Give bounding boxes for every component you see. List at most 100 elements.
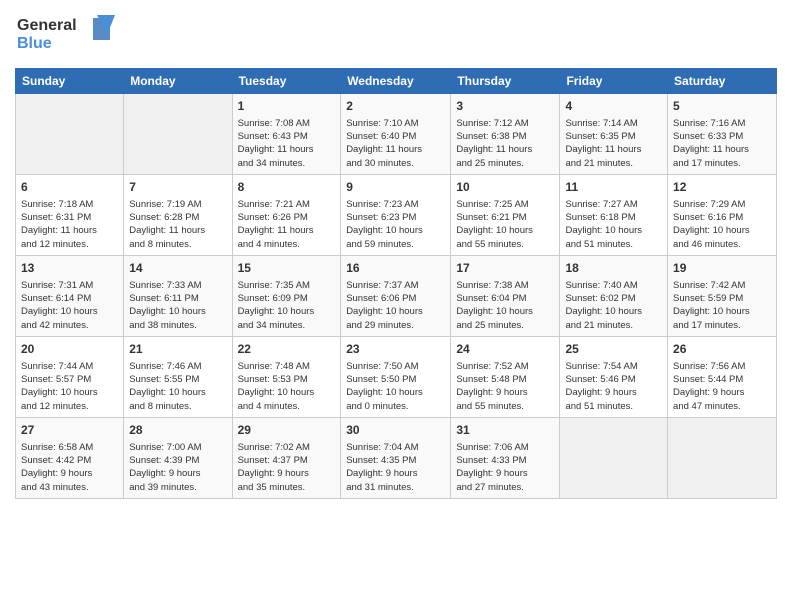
calendar-cell: 5 Sunrise: 7:16 AM Sunset: 6:33 PM Daylig… bbox=[668, 94, 777, 175]
weekday-header-monday: Monday bbox=[124, 69, 232, 94]
calendar-table: SundayMondayTuesdayWednesdayThursdayFrid… bbox=[15, 68, 777, 499]
day-info: Sunrise: 7:33 AM Sunset: 6:11 PM Dayligh… bbox=[129, 279, 226, 332]
day-info: Sunrise: 7:06 AM Sunset: 4:33 PM Dayligh… bbox=[456, 441, 554, 494]
calendar-cell: 3 Sunrise: 7:12 AM Sunset: 6:38 PM Daylig… bbox=[451, 94, 560, 175]
calendar-cell: 26Sunrise: 7:56 AM Sunset: 5:44 PM Dayli… bbox=[668, 336, 777, 417]
day-info: Sunrise: 7:16 AM Sunset: 6:33 PM Dayligh… bbox=[673, 117, 771, 170]
day-info: Sunrise: 7:54 AM Sunset: 5:46 PM Dayligh… bbox=[565, 360, 662, 413]
calendar-week-row: 20Sunrise: 7:44 AM Sunset: 5:57 PM Dayli… bbox=[16, 336, 777, 417]
day-number: 1 bbox=[238, 98, 336, 115]
calendar-cell: 19Sunrise: 7:42 AM Sunset: 5:59 PM Dayli… bbox=[668, 255, 777, 336]
day-number: 25 bbox=[565, 341, 662, 358]
day-number: 17 bbox=[456, 260, 554, 277]
day-info: Sunrise: 7:21 AM Sunset: 6:26 PM Dayligh… bbox=[238, 198, 336, 251]
header: General Blue bbox=[15, 10, 777, 60]
weekday-header-friday: Friday bbox=[560, 69, 668, 94]
day-info: Sunrise: 7:42 AM Sunset: 5:59 PM Dayligh… bbox=[673, 279, 771, 332]
weekday-header-thursday: Thursday bbox=[451, 69, 560, 94]
calendar-cell: 7Sunrise: 7:19 AM Sunset: 6:28 PM Daylig… bbox=[124, 174, 232, 255]
calendar-cell: 24 Sunrise: 7:52 AM Sunset: 5:48 PM Dayli… bbox=[451, 336, 560, 417]
day-info: Sunrise: 7:25 AM Sunset: 6:21 PM Dayligh… bbox=[456, 198, 554, 251]
day-number: 18 bbox=[565, 260, 662, 277]
logo: General Blue bbox=[15, 10, 125, 60]
day-info: Sunrise: 7:35 AM Sunset: 6:09 PM Dayligh… bbox=[238, 279, 336, 332]
calendar-cell: 23 Sunrise: 7:50 AM Sunset: 5:50 PM Dayli… bbox=[341, 336, 451, 417]
day-number: 27 bbox=[21, 422, 118, 439]
weekday-header-saturday: Saturday bbox=[668, 69, 777, 94]
weekday-header-wednesday: Wednesday bbox=[341, 69, 451, 94]
calendar-cell: 28 Sunrise: 7:00 AM Sunset: 4:39 PM Dayli… bbox=[124, 417, 232, 498]
calendar-header-row: SundayMondayTuesdayWednesdayThursdayFrid… bbox=[16, 69, 777, 94]
weekday-header-sunday: Sunday bbox=[16, 69, 124, 94]
day-number: 28 bbox=[129, 422, 226, 439]
day-info: Sunrise: 7:08 AM Sunset: 6:43 PM Dayligh… bbox=[238, 117, 336, 170]
day-number: 8 bbox=[238, 179, 336, 196]
day-number: 3 bbox=[456, 98, 554, 115]
svg-text:Blue: Blue bbox=[17, 35, 52, 52]
day-info: Sunrise: 7:31 AM Sunset: 6:14 PM Dayligh… bbox=[21, 279, 118, 332]
day-info: Sunrise: 7:10 AM Sunset: 6:40 PM Dayligh… bbox=[346, 117, 445, 170]
day-info: Sunrise: 7:52 AM Sunset: 5:48 PM Dayligh… bbox=[456, 360, 554, 413]
day-number: 24 bbox=[456, 341, 554, 358]
day-number: 2 bbox=[346, 98, 445, 115]
calendar-cell: 22 Sunrise: 7:48 AM Sunset: 5:53 PM Dayli… bbox=[232, 336, 341, 417]
calendar-cell: 20Sunrise: 7:44 AM Sunset: 5:57 PM Dayli… bbox=[16, 336, 124, 417]
calendar-cell: 8 Sunrise: 7:21 AM Sunset: 6:26 PM Daylig… bbox=[232, 174, 341, 255]
calendar-cell: 29Sunrise: 7:02 AM Sunset: 4:37 PM Dayli… bbox=[232, 417, 341, 498]
day-info: Sunrise: 7:00 AM Sunset: 4:39 PM Dayligh… bbox=[129, 441, 226, 494]
day-info: Sunrise: 7:14 AM Sunset: 6:35 PM Dayligh… bbox=[565, 117, 662, 170]
calendar-cell: 14 Sunrise: 7:33 AM Sunset: 6:11 PM Dayli… bbox=[124, 255, 232, 336]
day-number: 16 bbox=[346, 260, 445, 277]
day-number: 29 bbox=[238, 422, 336, 439]
calendar-cell bbox=[668, 417, 777, 498]
svg-text:General: General bbox=[17, 17, 77, 34]
calendar-cell: 4 Sunrise: 7:14 AM Sunset: 6:35 PM Daylig… bbox=[560, 94, 668, 175]
day-number: 21 bbox=[129, 341, 226, 358]
calendar-cell: 27 Sunrise: 6:58 AM Sunset: 4:42 PM Dayli… bbox=[16, 417, 124, 498]
calendar-cell: 11 Sunrise: 7:27 AM Sunset: 6:18 PM Dayli… bbox=[560, 174, 668, 255]
day-info: Sunrise: 7:50 AM Sunset: 5:50 PM Dayligh… bbox=[346, 360, 445, 413]
day-info: Sunrise: 7:18 AM Sunset: 6:31 PM Dayligh… bbox=[21, 198, 118, 251]
calendar-cell: 9 Sunrise: 7:23 AM Sunset: 6:23 PM Daylig… bbox=[341, 174, 451, 255]
day-number: 11 bbox=[565, 179, 662, 196]
day-number: 5 bbox=[673, 98, 771, 115]
page: General Blue SundayMondayTuesdayWednesda… bbox=[0, 0, 792, 509]
day-info: Sunrise: 7:29 AM Sunset: 6:16 PM Dayligh… bbox=[673, 198, 771, 251]
day-number: 12 bbox=[673, 179, 771, 196]
calendar-cell: 16 Sunrise: 7:37 AM Sunset: 6:06 PM Dayli… bbox=[341, 255, 451, 336]
day-info: Sunrise: 7:46 AM Sunset: 5:55 PM Dayligh… bbox=[129, 360, 226, 413]
calendar-cell: 25 Sunrise: 7:54 AM Sunset: 5:46 PM Dayli… bbox=[560, 336, 668, 417]
day-info: Sunrise: 7:12 AM Sunset: 6:38 PM Dayligh… bbox=[456, 117, 554, 170]
calendar-week-row: 1 Sunrise: 7:08 AM Sunset: 6:43 PM Daylig… bbox=[16, 94, 777, 175]
calendar-cell: 18 Sunrise: 7:40 AM Sunset: 6:02 PM Dayli… bbox=[560, 255, 668, 336]
calendar-cell: 1 Sunrise: 7:08 AM Sunset: 6:43 PM Daylig… bbox=[232, 94, 341, 175]
day-info: Sunrise: 7:27 AM Sunset: 6:18 PM Dayligh… bbox=[565, 198, 662, 251]
calendar-cell bbox=[16, 94, 124, 175]
calendar-cell: 12 Sunrise: 7:29 AM Sunset: 6:16 PM Dayli… bbox=[668, 174, 777, 255]
day-number: 31 bbox=[456, 422, 554, 439]
day-number: 14 bbox=[129, 260, 226, 277]
day-number: 13 bbox=[21, 260, 118, 277]
day-number: 7 bbox=[129, 179, 226, 196]
calendar-cell: 15Sunrise: 7:35 AM Sunset: 6:09 PM Dayli… bbox=[232, 255, 341, 336]
day-info: Sunrise: 7:37 AM Sunset: 6:06 PM Dayligh… bbox=[346, 279, 445, 332]
day-info: Sunrise: 6:58 AM Sunset: 4:42 PM Dayligh… bbox=[21, 441, 118, 494]
calendar-cell: 10Sunrise: 7:25 AM Sunset: 6:21 PM Dayli… bbox=[451, 174, 560, 255]
calendar-cell: 13 Sunrise: 7:31 AM Sunset: 6:14 PM Dayli… bbox=[16, 255, 124, 336]
day-info: Sunrise: 7:38 AM Sunset: 6:04 PM Dayligh… bbox=[456, 279, 554, 332]
day-number: 4 bbox=[565, 98, 662, 115]
day-number: 30 bbox=[346, 422, 445, 439]
day-number: 9 bbox=[346, 179, 445, 196]
calendar-cell: 31 Sunrise: 7:06 AM Sunset: 4:33 PM Dayli… bbox=[451, 417, 560, 498]
day-number: 22 bbox=[238, 341, 336, 358]
calendar-cell bbox=[560, 417, 668, 498]
day-number: 20 bbox=[21, 341, 118, 358]
day-info: Sunrise: 7:40 AM Sunset: 6:02 PM Dayligh… bbox=[565, 279, 662, 332]
calendar-cell bbox=[124, 94, 232, 175]
day-info: Sunrise: 7:23 AM Sunset: 6:23 PM Dayligh… bbox=[346, 198, 445, 251]
calendar-cell: 6Sunrise: 7:18 AM Sunset: 6:31 PM Daylig… bbox=[16, 174, 124, 255]
calendar-cell: 17 Sunrise: 7:38 AM Sunset: 6:04 PM Dayli… bbox=[451, 255, 560, 336]
day-number: 23 bbox=[346, 341, 445, 358]
day-number: 26 bbox=[673, 341, 771, 358]
day-info: Sunrise: 7:48 AM Sunset: 5:53 PM Dayligh… bbox=[238, 360, 336, 413]
